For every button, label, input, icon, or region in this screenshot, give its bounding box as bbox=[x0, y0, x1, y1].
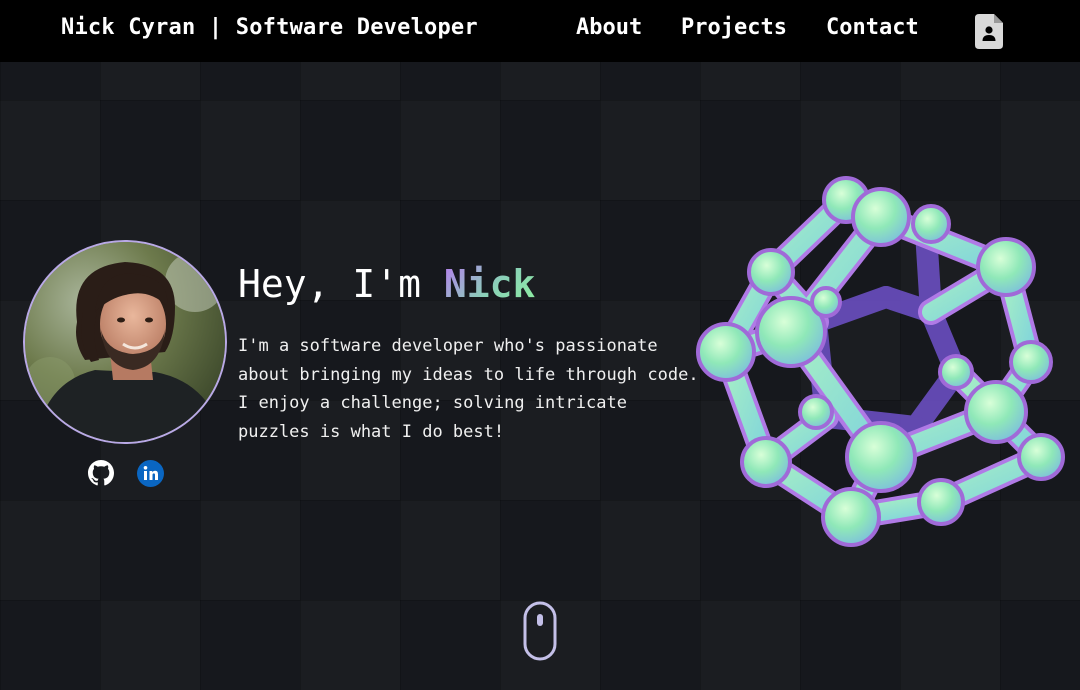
profile-photo bbox=[23, 240, 227, 444]
mouse-scroll-icon bbox=[523, 601, 557, 661]
nav-link-contact[interactable]: Contact bbox=[826, 15, 919, 40]
linkedin-link[interactable] bbox=[136, 459, 164, 487]
hero-heading-name: Nick bbox=[443, 262, 536, 306]
navbar: Nick Cyran | Software Developer About Pr… bbox=[0, 0, 1080, 62]
document-person-icon bbox=[975, 14, 1003, 49]
nav-link-projects[interactable]: Projects bbox=[681, 15, 787, 40]
hero-heading: Hey, I'm Nick bbox=[238, 262, 535, 306]
brand-title[interactable]: Nick Cyran | Software Developer bbox=[61, 15, 478, 40]
resume-button[interactable] bbox=[975, 14, 1003, 49]
github-icon bbox=[88, 460, 114, 486]
github-link[interactable] bbox=[87, 459, 115, 487]
linkedin-icon bbox=[136, 459, 164, 487]
profile-photo-illustration bbox=[25, 242, 225, 442]
dodecahedron-graphic bbox=[696, 176, 1065, 547]
hero-intro: I'm a software developer who's passionat… bbox=[238, 336, 699, 442]
nav-link-about[interactable]: About bbox=[576, 15, 642, 40]
scroll-down-button[interactable] bbox=[523, 601, 557, 661]
hero-heading-prefix: Hey, I'm bbox=[238, 262, 444, 306]
